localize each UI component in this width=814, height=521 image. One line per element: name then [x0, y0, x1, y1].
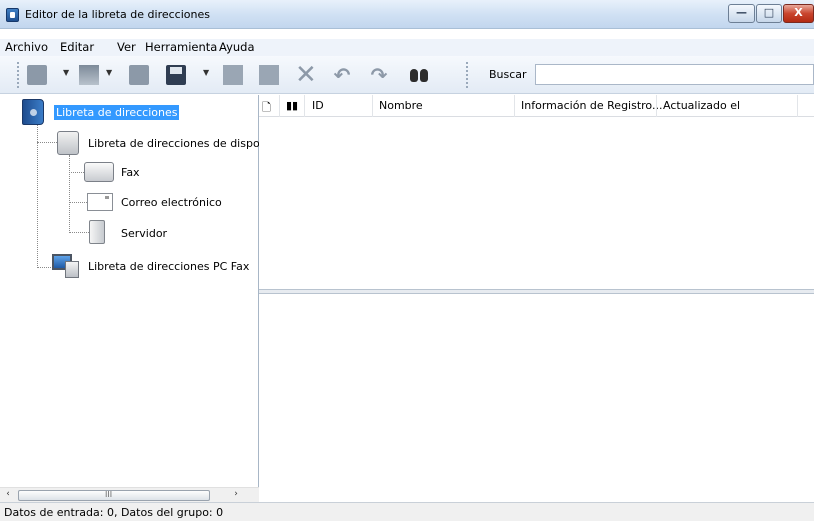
tree-connector: [37, 121, 38, 268]
email-icon: [87, 193, 113, 211]
menu-editar[interactable]: Editar: [60, 40, 94, 54]
binoculars-icon: [409, 65, 429, 85]
delete-button[interactable]: ✕: [292, 62, 318, 88]
address-book-app-icon: [6, 8, 19, 22]
new-group-icon: [79, 65, 99, 85]
find-button[interactable]: [406, 62, 432, 88]
copy-button[interactable]: [220, 62, 246, 88]
pc-fax-icon: [52, 254, 80, 278]
title-bar: Editor de la libreta de direcciones — □ …: [0, 0, 814, 29]
save-button[interactable]: [163, 62, 189, 88]
column-header-nombre[interactable]: Nombre: [379, 99, 423, 112]
tree-connector: [37, 142, 57, 143]
column-divider: [656, 95, 657, 117]
tree-item-root[interactable]: Libreta de direcciones: [22, 99, 180, 127]
column-divider: [279, 95, 280, 117]
redo-button[interactable]: ↷: [366, 62, 392, 88]
menu-herramienta[interactable]: Herramienta: [145, 40, 217, 54]
toolbar-grip-2[interactable]: [466, 62, 469, 88]
tree-horizontal-scrollbar[interactable]: ‹ III ›: [0, 487, 259, 502]
tree-item-fax-label: Fax: [121, 166, 140, 179]
tree-connector: [69, 172, 84, 173]
redo-icon: ↷: [370, 63, 388, 87]
maximize-icon: □: [763, 6, 775, 19]
edit-button[interactable]: [126, 62, 152, 88]
column-divider: [797, 95, 798, 117]
address-book-tree: Libreta de direcciones Libreta de direcc…: [0, 95, 273, 502]
status-bar: Datos de entrada: 0, Datos del grupo: 0: [0, 502, 814, 521]
minimize-icon: —: [736, 6, 747, 19]
list-header: 🗋 ▮▮ ID Nombre Información de Registro..…: [259, 95, 814, 117]
tree-connector: [69, 232, 89, 233]
tree-item-email-label: Correo electrónico: [121, 196, 222, 209]
fax-device-shape: [65, 261, 79, 278]
tree-item-root-label: Libreta de direcciones: [54, 105, 180, 120]
maximize-button[interactable]: □: [756, 4, 782, 23]
printer-device-icon: [57, 131, 79, 155]
new-contact-button[interactable]: [24, 62, 50, 88]
server-icon: [89, 220, 105, 244]
menu-archivo[interactable]: Archivo: [5, 40, 48, 54]
scroll-left-icon[interactable]: ‹: [2, 489, 14, 499]
new-contact-dropdown-icon[interactable]: ▼: [63, 68, 69, 77]
close-icon: X: [794, 6, 803, 19]
tree-item-pcfax-book-label: Libreta de direcciones PC Fax: [88, 260, 250, 273]
undo-button[interactable]: ↶: [329, 62, 355, 88]
new-group-button[interactable]: [76, 62, 102, 88]
column-divider: [372, 95, 373, 117]
contact-list: 🗋 ▮▮ ID Nombre Información de Registro..…: [259, 95, 814, 289]
menu-ver[interactable]: Ver: [117, 40, 136, 54]
tree-item-device-book[interactable]: Libreta de direcciones de disposit: [57, 131, 273, 157]
undo-icon: ↶: [333, 63, 351, 87]
search-input[interactable]: [535, 64, 814, 85]
column-header-registro[interactable]: Información de Registro...: [521, 99, 662, 112]
tree-item-server[interactable]: Servidor: [89, 220, 209, 246]
toolbar-grip[interactable]: [17, 62, 20, 88]
tree-connector: [69, 202, 87, 203]
tree-item-fax[interactable]: Fax: [84, 162, 204, 184]
save-dropdown-icon[interactable]: ▼: [203, 68, 209, 77]
save-icon: [166, 65, 186, 85]
search-label: Buscar: [489, 68, 527, 81]
fax-icon: [84, 162, 114, 182]
window-title: Editor de la libreta de direcciones: [25, 8, 210, 21]
tree-item-pcfax-book[interactable]: Libreta de direcciones PC Fax: [52, 254, 257, 280]
scroll-right-icon[interactable]: ›: [230, 489, 242, 499]
menu-bar: Archivo Editar Ver Herramienta Ayuda: [0, 39, 814, 56]
new-group-dropdown-icon[interactable]: ▼: [106, 68, 112, 77]
edit-icon: [129, 65, 149, 85]
scrollbar-grip-icon: III: [105, 490, 113, 499]
column-divider: [514, 95, 515, 117]
detail-pane: [259, 294, 814, 502]
delete-x-icon: ✕: [295, 60, 317, 90]
new-contact-icon: [27, 65, 47, 85]
menu-ayuda[interactable]: Ayuda: [219, 40, 255, 54]
tree-item-server-label: Servidor: [121, 227, 168, 240]
close-button[interactable]: X: [783, 4, 814, 23]
column-header-actualizado[interactable]: Actualizado el: [663, 99, 740, 112]
column-header-id[interactable]: ID: [312, 99, 324, 112]
group-column-icon[interactable]: ▮▮: [286, 99, 298, 112]
minimize-button[interactable]: —: [728, 4, 755, 23]
tree-item-device-book-label: Libreta de direcciones de disposit: [88, 137, 273, 150]
paste-icon: [259, 65, 279, 85]
scrollbar-thumb[interactable]: III: [18, 490, 210, 501]
new-entry-column-icon[interactable]: 🗋: [262, 99, 271, 118]
copy-icon: [223, 65, 243, 85]
column-divider: [304, 95, 305, 117]
status-text: Datos de entrada: 0, Datos del grupo: 0: [4, 506, 224, 519]
tree-item-email[interactable]: Correo electrónico: [87, 193, 247, 213]
paste-button[interactable]: [256, 62, 282, 88]
tree-connector: [69, 155, 70, 233]
address-book-icon: [22, 99, 44, 125]
